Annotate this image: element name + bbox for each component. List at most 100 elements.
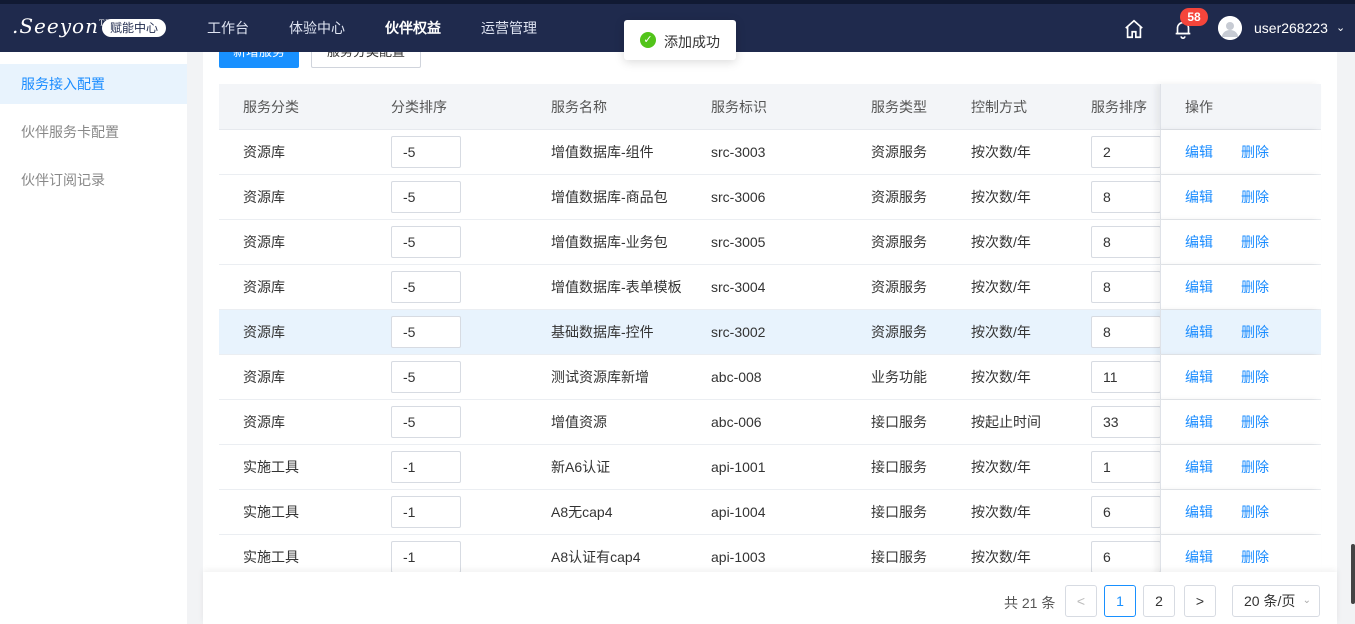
- cell-service-type: 资源服务: [871, 189, 927, 205]
- delete-link[interactable]: 删除: [1241, 220, 1269, 264]
- delete-link[interactable]: 删除: [1241, 355, 1269, 399]
- cell-service-type: 资源服务: [871, 279, 927, 295]
- delete-link[interactable]: 删除: [1241, 490, 1269, 534]
- category-order-input[interactable]: -1: [391, 541, 461, 573]
- operations-header-column: 操作: [1160, 84, 1321, 129]
- cell-control-mode: 按次数/年: [971, 279, 1031, 295]
- header-category: 服务分类: [243, 98, 299, 115]
- cell-service-id: abc-006: [711, 414, 762, 430]
- service-order-input[interactable]: 6: [1091, 496, 1161, 528]
- service-order-input[interactable]: 1: [1091, 451, 1161, 483]
- page-2-button[interactable]: 2: [1143, 585, 1175, 617]
- header-operations: 操作: [1185, 98, 1213, 115]
- table-row: 实施工具 -1 新A6认证 api-1001 接口服务 按次数/年 1 编辑 删除: [219, 445, 1321, 490]
- page-size-select[interactable]: 20 条/页 ⌄: [1232, 585, 1320, 617]
- cell-service-id: api-1004: [711, 504, 766, 520]
- service-order-input[interactable]: 11: [1091, 361, 1161, 393]
- cell-service-name: 增值数据库-业务包: [551, 234, 668, 250]
- operations-cell: 编辑 删除: [1160, 220, 1321, 264]
- edit-link[interactable]: 编辑: [1185, 355, 1213, 399]
- cell-service-name: 增值数据库-组件: [551, 144, 654, 160]
- notification-badge: 58: [1180, 8, 1208, 26]
- cell-category: 资源库: [243, 234, 285, 250]
- edit-link[interactable]: 编辑: [1185, 130, 1213, 174]
- cell-service-type: 业务功能: [871, 369, 927, 385]
- category-order-input[interactable]: -5: [391, 271, 461, 303]
- table-row: 资源库 -5 增值数据库-商品包 src-3006 资源服务 按次数/年 8 编辑 删除: [219, 175, 1321, 220]
- table-row: 资源库 -5 基础数据库-控件 src-3002 资源服务 按次数/年 8 编辑 删除: [219, 310, 1321, 355]
- pagination-total: 共 21 条: [1004, 595, 1056, 611]
- category-order-input[interactable]: -5: [391, 136, 461, 168]
- next-page-button[interactable]: >: [1184, 585, 1216, 617]
- page-1-button[interactable]: 1: [1104, 585, 1136, 617]
- sidebar-item-subscription-records[interactable]: 伙伴订阅记录: [0, 160, 187, 200]
- cell-category: 资源库: [243, 369, 285, 385]
- category-order-input[interactable]: -5: [391, 226, 461, 258]
- cell-service-type: 接口服务: [871, 459, 927, 475]
- header-service-type: 服务类型: [871, 98, 927, 115]
- category-order-input[interactable]: -5: [391, 406, 461, 438]
- cell-category: 资源库: [243, 144, 285, 160]
- nav-partner-benefits[interactable]: 伙伴权益: [385, 18, 441, 38]
- chevron-down-icon[interactable]: ⌄: [1336, 21, 1345, 34]
- delete-link[interactable]: 删除: [1241, 400, 1269, 444]
- cell-service-name: 增值资源: [551, 414, 607, 430]
- category-order-input[interactable]: -5: [391, 181, 461, 213]
- edit-link[interactable]: 编辑: [1185, 220, 1213, 264]
- cell-control-mode: 按次数/年: [971, 369, 1031, 385]
- edit-link[interactable]: 编辑: [1185, 265, 1213, 309]
- seeyon-logo[interactable]: .SeeyonTM: [12, 14, 114, 38]
- header-service-id: 服务标识: [711, 98, 767, 115]
- page-scrollbar[interactable]: [1351, 544, 1355, 604]
- nav-experience-center[interactable]: 体验中心: [289, 18, 345, 38]
- edit-link[interactable]: 编辑: [1185, 445, 1213, 489]
- operations-cell: 编辑 删除: [1160, 265, 1321, 309]
- cell-control-mode: 按次数/年: [971, 234, 1031, 250]
- cell-service-id: src-3004: [711, 279, 766, 295]
- edit-link[interactable]: 编辑: [1185, 400, 1213, 444]
- avatar[interactable]: [1218, 16, 1242, 40]
- category-order-input[interactable]: -1: [391, 496, 461, 528]
- user-name[interactable]: user268223: [1254, 20, 1328, 36]
- service-order-input[interactable]: 2: [1091, 136, 1161, 168]
- service-order-input[interactable]: 6: [1091, 541, 1161, 573]
- delete-link[interactable]: 删除: [1241, 265, 1269, 309]
- delete-link[interactable]: 删除: [1241, 130, 1269, 174]
- edit-link[interactable]: 编辑: [1185, 310, 1213, 354]
- cell-service-name: 测试资源库新增: [551, 369, 649, 385]
- table-header: 服务分类 分类排序 服务名称 服务标识 服务类型 控制方式 服务排序 操作: [219, 84, 1321, 130]
- operations-cell: 编辑 删除: [1160, 310, 1321, 354]
- table-row: 实施工具 -1 A8无cap4 api-1004 接口服务 按次数/年 6 编辑 删除: [219, 490, 1321, 535]
- service-order-input[interactable]: 8: [1091, 271, 1161, 303]
- category-order-input[interactable]: -5: [391, 316, 461, 348]
- delete-link[interactable]: 删除: [1241, 175, 1269, 219]
- table-row: 资源库 -5 测试资源库新增 abc-008 业务功能 按次数/年 11 编辑 删除: [219, 355, 1321, 400]
- cell-control-mode: 按次数/年: [971, 324, 1031, 340]
- cell-service-name: 增值数据库-商品包: [551, 189, 668, 205]
- service-order-input[interactable]: 8: [1091, 316, 1161, 348]
- prev-page-button[interactable]: <: [1065, 585, 1097, 617]
- sidebar-item-partner-card[interactable]: 伙伴服务卡配置: [0, 112, 187, 152]
- edit-link[interactable]: 编辑: [1185, 175, 1213, 219]
- check-circle-icon: ✓: [640, 32, 656, 48]
- delete-link[interactable]: 删除: [1241, 445, 1269, 489]
- delete-link[interactable]: 删除: [1241, 310, 1269, 354]
- cell-service-name: 基础数据库-控件: [551, 324, 654, 340]
- service-order-input[interactable]: 8: [1091, 226, 1161, 258]
- home-icon[interactable]: [1123, 18, 1145, 40]
- edit-link[interactable]: 编辑: [1185, 490, 1213, 534]
- cell-service-id: abc-008: [711, 369, 762, 385]
- cell-control-mode: 按次数/年: [971, 459, 1031, 475]
- header-service-order: 服务排序: [1091, 98, 1147, 115]
- sidebar-item-service-access[interactable]: 服务接入配置: [0, 64, 187, 104]
- header-category-order: 分类排序: [391, 98, 447, 115]
- nav-workbench[interactable]: 工作台: [207, 18, 249, 38]
- category-order-input[interactable]: -5: [391, 361, 461, 393]
- service-order-input[interactable]: 33: [1091, 406, 1161, 438]
- nav-operations[interactable]: 运营管理: [481, 18, 537, 38]
- service-order-input[interactable]: 8: [1091, 181, 1161, 213]
- cell-control-mode: 按次数/年: [971, 504, 1031, 520]
- cell-category: 实施工具: [243, 459, 299, 475]
- category-order-input[interactable]: -1: [391, 451, 461, 483]
- operations-cell: 编辑 删除: [1160, 400, 1321, 444]
